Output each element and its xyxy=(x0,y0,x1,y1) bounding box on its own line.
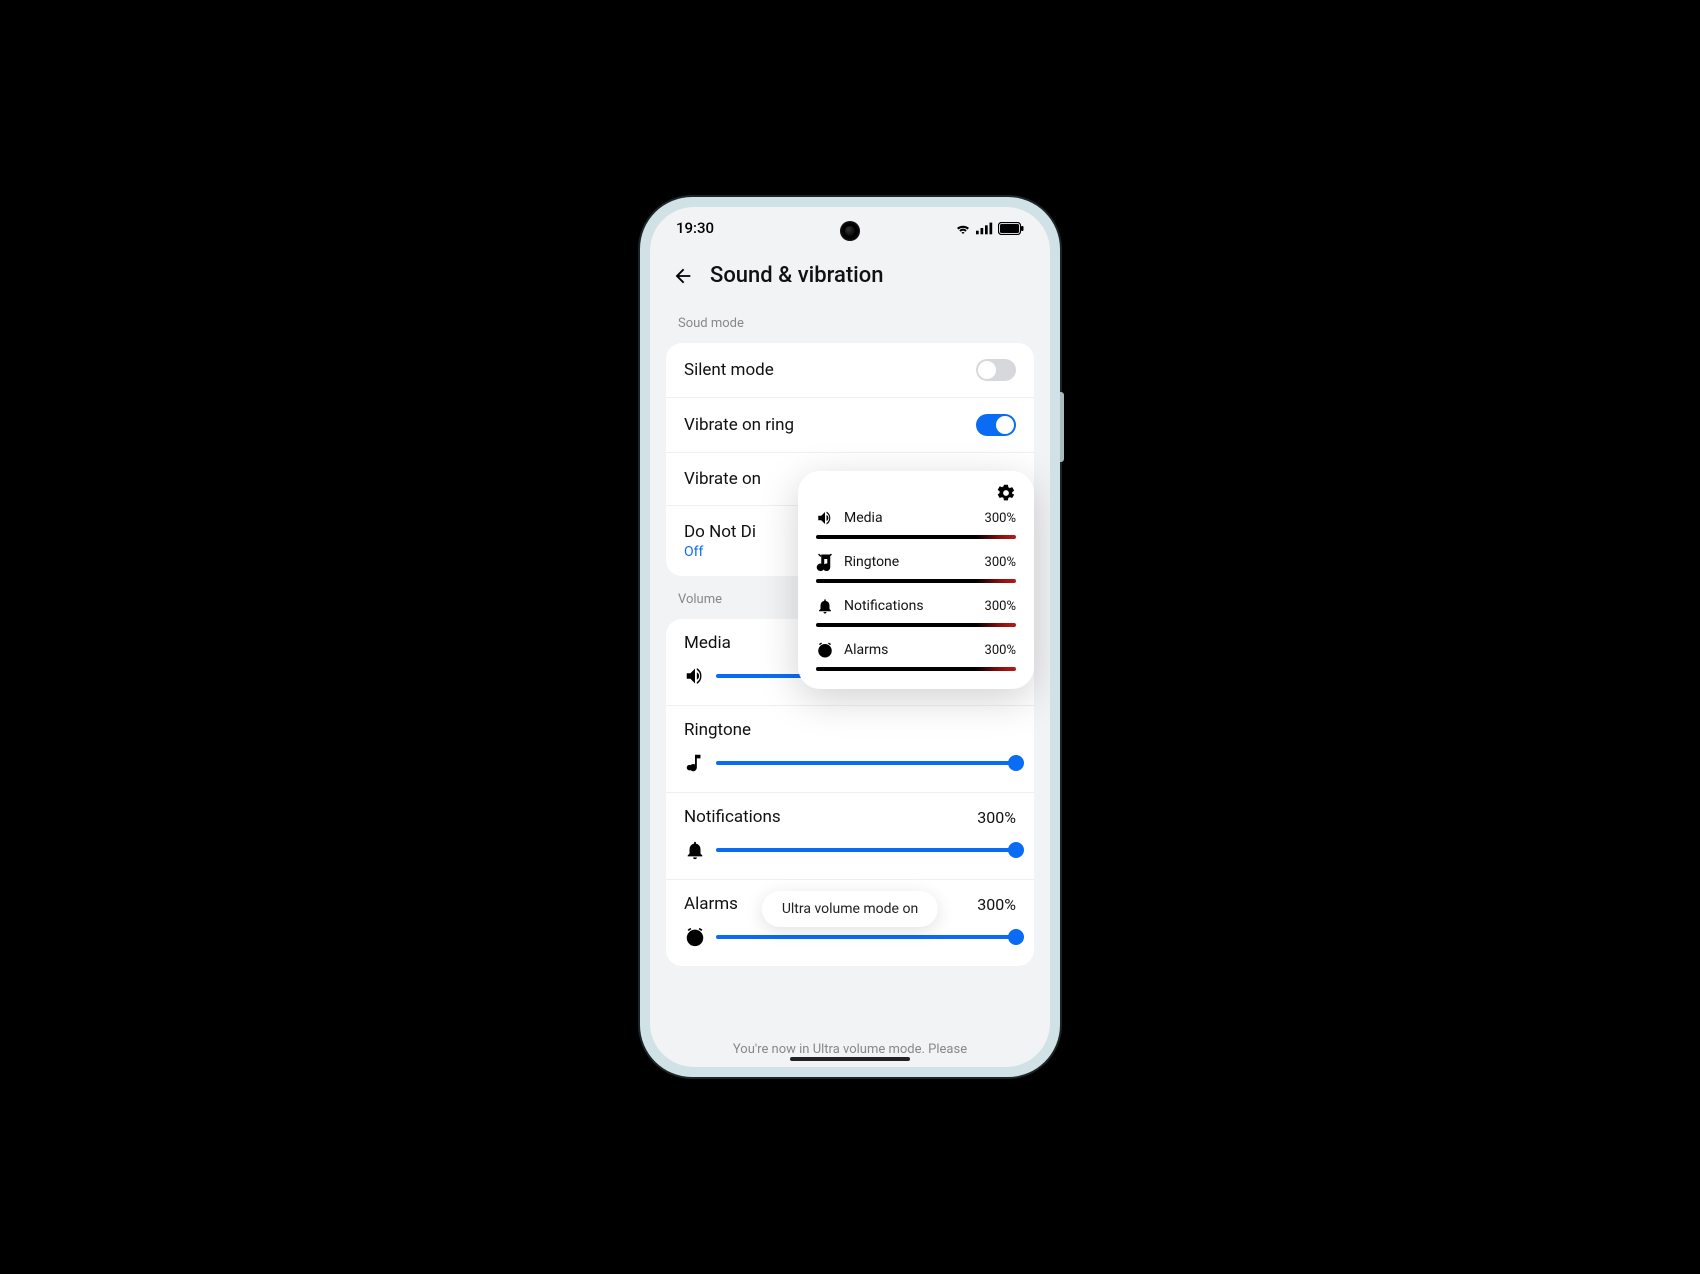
alarm-clock-icon xyxy=(684,926,706,948)
volume-overlay-panel: Media 300% Ringtone 300% xyxy=(798,471,1034,689)
notifications-value: 300% xyxy=(977,808,1016,827)
overlay-row-media: Media 300% xyxy=(816,509,1016,539)
volume-row-notifications: Notifications 300% xyxy=(666,793,1034,880)
camera-hole xyxy=(840,221,860,241)
row-silent-mode[interactable]: Silent mode xyxy=(666,343,1034,398)
volume-row-ringtone: Ringtone xyxy=(666,706,1034,793)
phone-frame: 19:30 Sound & vibration Soud mode Silent… xyxy=(640,197,1060,1077)
overlay-alarms-slider[interactable] xyxy=(816,667,1016,671)
overlay-row-alarms: Alarms 300% xyxy=(816,641,1016,671)
phone-side-button xyxy=(1060,392,1064,462)
overlay-notifications-slider[interactable] xyxy=(816,623,1016,627)
slider-thumb[interactable] xyxy=(1008,755,1024,771)
vibrate-ring-label: Vibrate on ring xyxy=(684,415,794,435)
overlay-ringtone-label: Ringtone xyxy=(844,554,899,570)
signal-icon xyxy=(976,221,994,235)
status-icons xyxy=(954,221,1024,235)
overlay-media-slider[interactable] xyxy=(816,535,1016,539)
bell-icon xyxy=(816,597,834,615)
overlay-notifications-label: Notifications xyxy=(844,598,924,614)
page-header: Sound & vibration xyxy=(650,249,1050,310)
alarms-slider[interactable] xyxy=(716,935,1016,939)
screen: 19:30 Sound & vibration Soud mode Silent… xyxy=(650,207,1050,1067)
gear-icon[interactable] xyxy=(996,483,1016,503)
wifi-icon xyxy=(954,221,972,235)
battery-icon xyxy=(998,222,1024,235)
vibrate-other-label: Vibrate on xyxy=(684,469,761,489)
silent-mode-toggle[interactable] xyxy=(976,359,1016,381)
speaker-icon xyxy=(684,665,706,687)
alarms-value: 300% xyxy=(977,895,1016,914)
back-arrow-icon[interactable] xyxy=(672,265,694,287)
speaker-icon xyxy=(816,509,834,527)
slider-thumb[interactable] xyxy=(1008,929,1024,945)
media-label: Media xyxy=(684,633,731,653)
slider-thumb[interactable] xyxy=(1008,842,1024,858)
overlay-media-label: Media xyxy=(844,510,883,526)
overlay-row-notifications: Notifications 300% xyxy=(816,597,1016,627)
row-vibrate-ring[interactable]: Vibrate on ring xyxy=(666,398,1034,453)
dnd-status: Off xyxy=(684,544,756,560)
status-time: 19:30 xyxy=(676,219,714,237)
silent-mode-label: Silent mode xyxy=(684,360,774,380)
alarm-clock-icon xyxy=(816,641,834,659)
notifications-label: Notifications xyxy=(684,807,781,827)
home-indicator[interactable] xyxy=(790,1057,910,1061)
overlay-alarms-value: 300% xyxy=(985,643,1016,658)
footer-text: You're now in Ultra volume mode. Please xyxy=(650,1042,1050,1057)
overlay-alarms-label: Alarms xyxy=(844,642,888,658)
dnd-label: Do Not Di xyxy=(684,522,756,542)
ringtone-slider[interactable] xyxy=(716,761,1016,765)
music-note-icon xyxy=(684,752,706,774)
bell-icon xyxy=(684,839,706,861)
overlay-ringtone-slider[interactable] xyxy=(816,579,1016,583)
notifications-slider[interactable] xyxy=(716,848,1016,852)
overlay-notifications-value: 300% xyxy=(985,599,1016,614)
ringtone-icon xyxy=(816,553,834,571)
alarms-label: Alarms xyxy=(684,894,738,914)
page-title: Sound & vibration xyxy=(710,263,884,288)
ringtone-label: Ringtone xyxy=(684,720,751,740)
overlay-ringtone-value: 300% xyxy=(985,555,1016,570)
overlay-media-value: 300% xyxy=(985,511,1016,526)
overlay-row-ringtone: Ringtone 300% xyxy=(816,553,1016,583)
toast-message: Ultra volume mode on xyxy=(762,891,938,927)
vibrate-ring-toggle[interactable] xyxy=(976,414,1016,436)
section-label-sound-mode: Soud mode xyxy=(650,310,1050,337)
